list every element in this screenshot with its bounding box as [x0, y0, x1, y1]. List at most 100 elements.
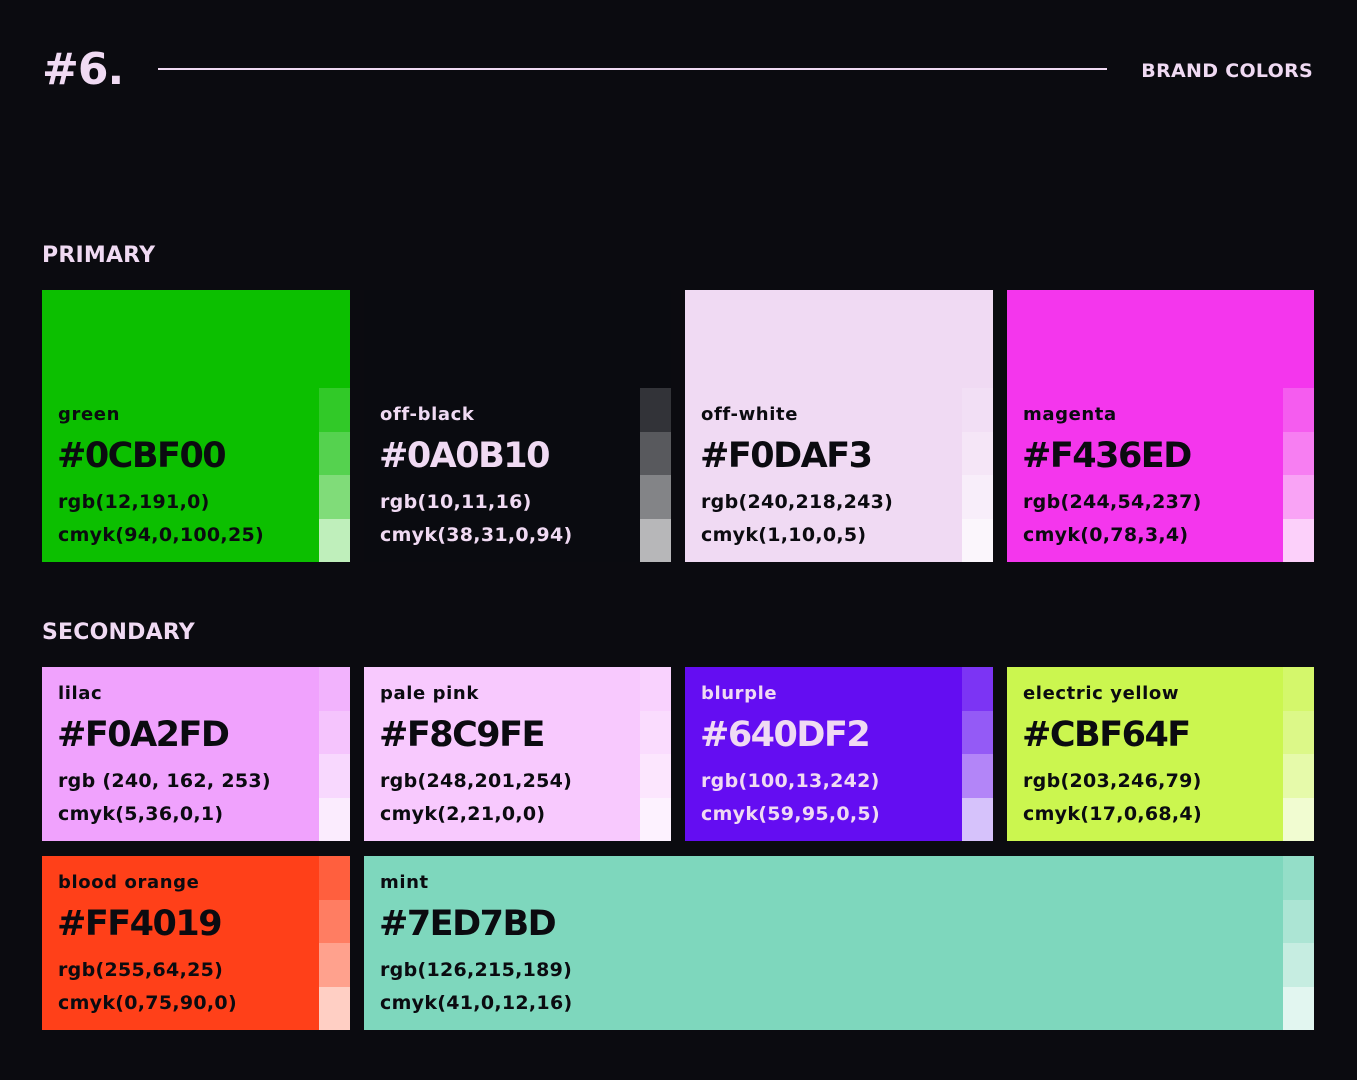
tint-step-3	[1283, 943, 1314, 987]
color-name: green	[58, 404, 120, 425]
tint-step-4	[319, 797, 350, 841]
tint-step-2	[640, 431, 671, 475]
tint-step-3	[319, 943, 350, 987]
tint-step-4	[640, 797, 671, 841]
tint-step-2	[1283, 431, 1314, 475]
color-name: mint	[380, 872, 429, 893]
swatch-mint[interactable]: mint #7ED7BD rgb(126,215,189) cmyk(41,0,…	[364, 856, 1314, 1030]
tint-strip	[640, 388, 671, 562]
tint-strip	[640, 667, 671, 841]
swatch-pale-pink[interactable]: pale pink #F8C9FE rgb(248,201,254) cmyk(…	[364, 667, 671, 841]
swatch-electric-yellow[interactable]: electric yellow #CBF64F rgb(203,246,79) …	[1007, 667, 1314, 841]
color-cmyk: cmyk(38,31,0,94)	[380, 524, 573, 546]
tint-step-1	[1283, 388, 1314, 432]
color-rgb: rgb(203,246,79)	[1023, 770, 1202, 792]
color-rgb: rgb(126,215,189)	[380, 959, 573, 981]
tint-strip	[319, 388, 350, 562]
swatch-green[interactable]: green #0CBF00 rgb(12,191,0) cmyk(94,0,10…	[42, 290, 350, 562]
color-name: off-white	[701, 404, 799, 425]
tint-step-4	[640, 518, 671, 562]
color-cmyk: cmyk(1,10,0,5)	[701, 524, 867, 546]
color-hex: #F436ED	[1022, 436, 1192, 476]
tint-step-3	[1283, 754, 1314, 798]
color-cmyk: cmyk(59,95,0,5)	[701, 803, 880, 825]
color-rgb: rgb (240, 162, 253)	[58, 770, 271, 792]
tint-strip	[962, 388, 993, 562]
color-name: off-black	[380, 404, 475, 425]
tint-step-1	[962, 667, 993, 711]
tint-step-2	[319, 431, 350, 475]
tint-step-1	[1283, 667, 1314, 711]
tint-step-4	[319, 986, 350, 1030]
tint-step-3	[1283, 475, 1314, 519]
color-hex: #F0A2FD	[57, 715, 230, 755]
tint-strip	[1283, 388, 1314, 562]
color-rgb: rgb(248,201,254)	[380, 770, 573, 792]
tint-step-1	[640, 388, 671, 432]
tint-step-4	[319, 518, 350, 562]
section-number: #6.	[42, 44, 124, 95]
tint-step-3	[640, 475, 671, 519]
color-hex: #640DF2	[700, 715, 871, 755]
color-cmyk: cmyk(2,21,0,0)	[380, 803, 546, 825]
swatch-magenta[interactable]: magenta #F436ED rgb(244,54,237) cmyk(0,7…	[1007, 290, 1314, 562]
tint-step-3	[319, 754, 350, 798]
tint-step-1	[319, 388, 350, 432]
color-rgb: rgb(255,64,25)	[58, 959, 224, 981]
tint-step-1	[319, 856, 350, 900]
color-cmyk: cmyk(0,75,90,0)	[58, 992, 237, 1014]
tint-step-1	[319, 667, 350, 711]
tint-step-2	[962, 431, 993, 475]
color-hex: #7ED7BD	[379, 904, 557, 944]
swatch-lilac[interactable]: lilac #F0A2FD rgb (240, 162, 253) cmyk(5…	[42, 667, 350, 841]
color-name: lilac	[58, 683, 103, 704]
secondary-label: SECONDARY	[42, 620, 195, 645]
color-rgb: rgb(240,218,243)	[701, 491, 894, 513]
tint-step-3	[962, 475, 993, 519]
tint-strip	[1283, 667, 1314, 841]
color-cmyk: cmyk(17,0,68,4)	[1023, 803, 1202, 825]
color-name: pale pink	[380, 683, 479, 704]
color-name: blood orange	[58, 872, 200, 893]
primary-label: PRIMARY	[42, 243, 156, 268]
tint-strip	[962, 667, 993, 841]
color-name: magenta	[1023, 404, 1117, 425]
tint-step-2	[319, 899, 350, 943]
tint-step-2	[1283, 710, 1314, 754]
tint-step-1	[962, 388, 993, 432]
tint-step-2	[640, 710, 671, 754]
color-cmyk: cmyk(41,0,12,16)	[380, 992, 573, 1014]
color-hex: #FF4019	[57, 904, 223, 944]
color-hex: #CBF64F	[1022, 715, 1191, 755]
tint-step-1	[640, 667, 671, 711]
swatch-blood-orange[interactable]: blood orange #FF4019 rgb(255,64,25) cmyk…	[42, 856, 350, 1030]
swatch-off-black[interactable]: off-black #0A0B10 rgb(10,11,16) cmyk(38,…	[364, 290, 671, 562]
swatch-blurple[interactable]: blurple #640DF2 rgb(100,13,242) cmyk(59,…	[685, 667, 993, 841]
tint-step-2	[962, 710, 993, 754]
color-cmyk: cmyk(5,36,0,1)	[58, 803, 224, 825]
color-cmyk: cmyk(94,0,100,25)	[58, 524, 264, 546]
color-hex: #F0DAF3	[700, 436, 873, 476]
color-cmyk: cmyk(0,78,3,4)	[1023, 524, 1189, 546]
color-rgb: rgb(10,11,16)	[380, 491, 532, 513]
tint-strip	[319, 667, 350, 841]
color-rgb: rgb(12,191,0)	[58, 491, 210, 513]
tint-step-2	[1283, 899, 1314, 943]
color-hex: #F8C9FE	[379, 715, 545, 755]
tint-step-4	[1283, 797, 1314, 841]
page-title: BRAND COLORS	[1141, 60, 1313, 82]
swatch-off-white[interactable]: off-white #F0DAF3 rgb(240,218,243) cmyk(…	[685, 290, 993, 562]
color-hex: #0A0B10	[379, 436, 551, 476]
tint-step-2	[319, 710, 350, 754]
color-rgb: rgb(244,54,237)	[1023, 491, 1202, 513]
tint-step-4	[1283, 518, 1314, 562]
tint-step-1	[1283, 856, 1314, 900]
tint-step-4	[1283, 986, 1314, 1030]
color-name: blurple	[701, 683, 778, 704]
color-rgb: rgb(100,13,242)	[701, 770, 880, 792]
color-name: electric yellow	[1023, 683, 1180, 704]
tint-step-4	[962, 518, 993, 562]
header-rule	[158, 68, 1107, 70]
tint-step-3	[640, 754, 671, 798]
tint-strip	[319, 856, 350, 1030]
